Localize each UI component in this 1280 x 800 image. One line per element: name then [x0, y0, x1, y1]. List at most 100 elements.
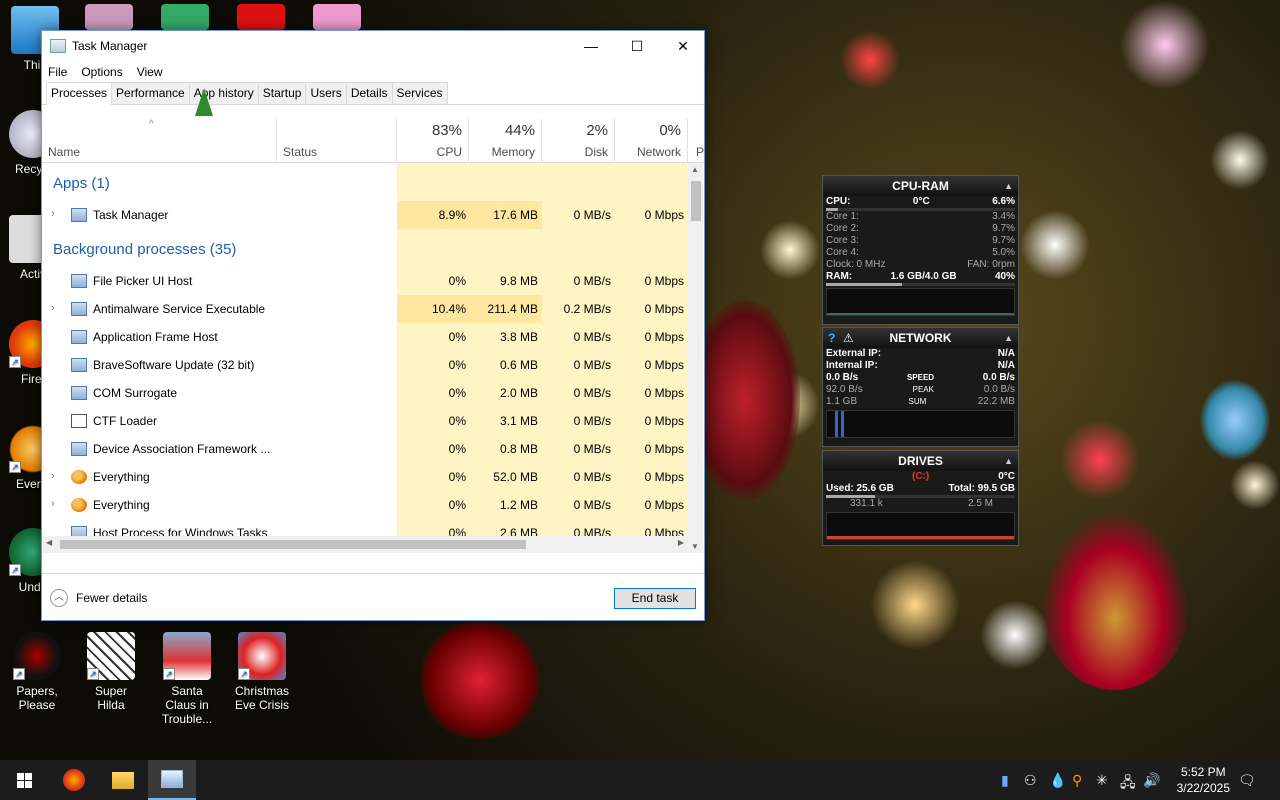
- ram-bar: [826, 283, 1015, 286]
- column-network[interactable]: 0% Network: [615, 119, 688, 163]
- taskbar-file-explorer[interactable]: [99, 760, 147, 800]
- process-icon: [71, 358, 87, 372]
- tab-services[interactable]: Services: [391, 82, 448, 104]
- collapse-icon[interactable]: ▲: [1004, 176, 1013, 196]
- cpu-value: 10.4%: [431, 302, 466, 316]
- group-apps[interactable]: Apps (1): [53, 175, 110, 192]
- vertical-scrollbar[interactable]: ▲ ▼: [688, 163, 703, 553]
- horizontal-scroll-thumb[interactable]: [60, 540, 526, 549]
- disk-value: 0 MB/s: [573, 442, 611, 456]
- horizontal-scrollbar[interactable]: ◀ ▶: [42, 536, 688, 553]
- help-icon[interactable]: ?: [828, 328, 835, 348]
- desktop-icon-christmas-eve-crisis[interactable]: ↗ Christmas Eve Crisis: [231, 632, 293, 712]
- peak-down: 92.0 B/s: [826, 384, 863, 395]
- memory-value: 9.8 MB: [499, 274, 538, 288]
- task-manager-window: Task Manager — ☐ ✕ File Options View Pro…: [41, 30, 705, 621]
- column-memory[interactable]: 44% Memory: [469, 119, 542, 163]
- ram-value: 1.6 GB/4.0 GB: [890, 271, 957, 282]
- tray-network-icon[interactable]: 🖧: [1120, 772, 1136, 796]
- network-title: NETWORK: [889, 331, 952, 345]
- notifications-icon[interactable]: 🗨: [1238, 772, 1256, 789]
- desktop-icon-papers-please[interactable]: ↗ Papers, Please: [6, 632, 68, 712]
- fan-readout: FAN: 0rpm: [967, 259, 1015, 270]
- table-row[interactable]: Device Association Framework ... 0% 0.8 MB…: [42, 435, 688, 463]
- process-icon: [71, 274, 87, 288]
- close-button[interactable]: ✕: [660, 31, 706, 61]
- external-ip-label: External IP:: [826, 348, 882, 359]
- tray-everything-icon[interactable]: ⚲: [1072, 772, 1082, 789]
- maximize-button[interactable]: ☐: [614, 31, 660, 61]
- process-name: CTF Loader: [93, 414, 158, 428]
- table-row[interactable]: BraveSoftware Update (32 bit) 0% 0.6 MB 0 M…: [42, 351, 688, 379]
- scroll-up-icon[interactable]: ▲: [691, 165, 699, 174]
- tray-people-icon[interactable]: ⚇: [1024, 772, 1037, 789]
- fewer-details-button[interactable]: ︿ Fewer details: [50, 589, 147, 607]
- column-name[interactable]: ^ Name: [42, 119, 277, 163]
- firefox-icon: [63, 769, 85, 791]
- cpu-value: 0%: [448, 442, 466, 456]
- process-name: Everything: [93, 470, 150, 484]
- table-row[interactable]: Application Frame Host 0% 3.8 MB 0 MB/s 0 Mb…: [42, 323, 688, 351]
- menu-view[interactable]: View: [137, 65, 163, 79]
- vertical-scroll-thumb[interactable]: [691, 181, 701, 221]
- desktop-icon-top-game-3[interactable]: [230, 4, 292, 32]
- chevron-right-icon[interactable]: ›: [51, 302, 55, 314]
- disk-value: 0.2 MB/s: [563, 302, 611, 316]
- tray-app-icon[interactable]: ▮: [1001, 772, 1009, 789]
- cpu-value: 0%: [448, 498, 466, 512]
- tree-cursor-icon: [195, 88, 213, 116]
- mcdonalds-icon: [237, 4, 285, 30]
- column-disk[interactable]: 2% Disk: [542, 119, 615, 163]
- window-title: Task Manager: [72, 39, 148, 53]
- tray-drop-icon[interactable]: 💧: [1049, 772, 1066, 789]
- menu-file[interactable]: File: [48, 65, 67, 79]
- chevron-right-icon[interactable]: ›: [51, 470, 55, 482]
- tab-processes[interactable]: Processes: [46, 82, 113, 105]
- sort-up-icon: ^: [149, 119, 154, 130]
- cpu-value: 0%: [448, 358, 466, 372]
- desktop-icon-top-game-1[interactable]: [78, 4, 140, 32]
- column-power[interactable]: P: [688, 119, 704, 163]
- desktop-icon-santa-claus[interactable]: ↗ Santa Claus in Trouble...: [156, 632, 218, 726]
- taskbar-task-manager[interactable]: [148, 760, 196, 800]
- table-row[interactable]: › Everything 0% 52.0 MB 0 MB/s 0 Mbps: [42, 463, 688, 491]
- tab-users[interactable]: Users: [305, 82, 347, 104]
- tab-performance[interactable]: Performance: [111, 82, 190, 104]
- collapse-icon[interactable]: ▲: [1004, 328, 1013, 348]
- tray-star-icon[interactable]: ✳: [1096, 772, 1108, 789]
- group-background[interactable]: Background processes (35): [53, 241, 236, 258]
- table-row[interactable]: COM Surrogate 0% 2.0 MB 0 MB/s 0 Mbps: [42, 379, 688, 407]
- table-row[interactable]: CTF Loader 0% 3.1 MB 0 MB/s 0 Mbps: [42, 407, 688, 435]
- memory-value: 3.1 MB: [499, 414, 538, 428]
- chevron-right-icon[interactable]: ›: [51, 498, 55, 510]
- scroll-right-icon[interactable]: ▶: [678, 538, 684, 547]
- tab-details[interactable]: Details: [345, 82, 393, 104]
- table-row[interactable]: › Task Manager 8.9% 17.6 MB 0 MB/s 0 Mbps: [42, 201, 688, 229]
- table-row[interactable]: File Picker UI Host 0% 9.8 MB 0 MB/s 0 Mbps: [42, 267, 688, 295]
- menu-options[interactable]: Options: [81, 65, 122, 79]
- drives-gadget: DRIVES ▲ (C:) 0°C Used: 25.6 GB Total: 99.5…: [822, 450, 1019, 546]
- taskbar-firefox[interactable]: [50, 760, 98, 800]
- table-row[interactable]: › Antimalware Service Executable 10.4% 211.…: [42, 295, 688, 323]
- desktop-icon-top-game-4[interactable]: [306, 4, 368, 32]
- start-button[interactable]: [0, 760, 48, 800]
- minimize-button[interactable]: —: [568, 31, 614, 61]
- table-row[interactable]: › Everything 0% 1.2 MB 0 MB/s 0 Mbps: [42, 491, 688, 519]
- end-task-button[interactable]: End task: [614, 588, 696, 609]
- cpu-value: 0%: [448, 274, 466, 288]
- chevron-right-icon[interactable]: ›: [51, 208, 55, 220]
- tray-volume-icon[interactable]: 🔊: [1143, 772, 1160, 789]
- tab-startup[interactable]: Startup: [257, 82, 307, 104]
- column-cpu[interactable]: 83% CPU: [397, 119, 469, 163]
- scroll-down-icon[interactable]: ▼: [691, 542, 699, 551]
- memory-value: 0.6 MB: [499, 358, 538, 372]
- title-bar[interactable]: Task Manager — ☐ ✕: [42, 31, 704, 61]
- desktop-icon-super-hilda[interactable]: ↗ Super Hilda: [80, 632, 142, 712]
- desktop-icon-top-game-2[interactable]: [154, 4, 216, 32]
- collapse-icon[interactable]: ▲: [1004, 451, 1013, 471]
- column-status[interactable]: Status: [277, 119, 397, 163]
- santa-claus-icon: ↗: [163, 632, 211, 680]
- memory-value: 0.8 MB: [499, 442, 538, 456]
- scroll-left-icon[interactable]: ◀: [46, 538, 52, 547]
- system-clock[interactable]: 5:52 PM 3/22/2025: [1177, 764, 1230, 796]
